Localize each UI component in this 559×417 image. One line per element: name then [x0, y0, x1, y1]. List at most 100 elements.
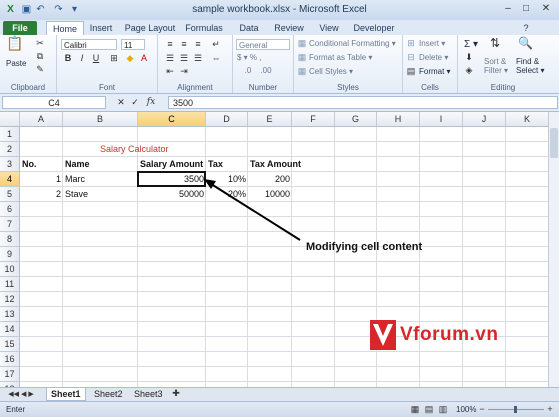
find-select-icon[interactable]: 🔍	[518, 37, 533, 49]
align-middle-icon[interactable]: ≡	[178, 39, 190, 50]
tab-developer[interactable]: Developer	[352, 21, 396, 35]
align-bottom-icon[interactable]: ≡	[192, 39, 204, 50]
tab-view[interactable]: View	[316, 21, 342, 35]
status-bar: Enter ▦ ▤ ▥ 100% − +	[0, 401, 559, 417]
tab-formulas[interactable]: Formulas	[184, 21, 224, 35]
insert-cells-button[interactable]: Insert ▾	[419, 39, 445, 48]
scroll-thumb[interactable]	[550, 128, 558, 158]
conditional-formatting-icon[interactable]: ▦	[297, 38, 307, 49]
tab-home[interactable]: Home	[46, 21, 84, 36]
font-size-combo[interactable]: 11	[121, 39, 145, 50]
align-top-icon[interactable]: ≡	[164, 39, 176, 50]
cells-label: Cells	[421, 83, 439, 92]
sheet-tab-sheet2[interactable]: Sheet2	[90, 388, 127, 400]
font-color-icon[interactable]: A	[139, 53, 149, 64]
tab-insert[interactable]: Insert	[86, 21, 116, 35]
zoom-slider-thumb[interactable]	[514, 406, 517, 413]
cancel-entry-icon[interactable]: ✕	[116, 97, 126, 108]
autosum-button[interactable]: Σ ▾	[464, 39, 478, 50]
decrease-indent-icon[interactable]: ⇤	[164, 66, 176, 77]
number-label: Number	[248, 83, 278, 92]
format-cells-icon[interactable]: ▤	[406, 66, 416, 77]
sort-filter-icon[interactable]: ⇅	[488, 37, 502, 49]
status-mode: Enter	[6, 405, 26, 414]
bold-icon[interactable]: B	[63, 53, 73, 64]
ribbon-tabs: File Home Insert Page Layout Formulas Da…	[0, 20, 559, 36]
cell-styles-button[interactable]: Cell Styles ▾	[309, 67, 353, 76]
format-as-table-icon[interactable]: ▦	[297, 52, 307, 63]
clipboard-label: Clipboard	[10, 83, 46, 92]
close-button[interactable]: ✕	[538, 2, 554, 16]
tab-page-layout[interactable]: Page Layout	[124, 21, 176, 35]
format-as-table-button[interactable]: Format as Table ▾	[309, 53, 372, 62]
enter-entry-icon[interactable]: ✓	[130, 97, 140, 108]
increase-decimal-icon[interactable]: .0	[241, 65, 255, 76]
paste-icon[interactable]: 📋	[6, 36, 24, 56]
number-format-combo[interactable]: General	[236, 39, 290, 50]
number-group: General $ ▾ % , .0 .00 Number	[233, 35, 294, 93]
wrap-text-icon[interactable]: ↵	[210, 39, 222, 50]
sort-filter-button[interactable]: Sort & Filter ▾	[484, 57, 510, 75]
font-name-combo[interactable]: Calibri	[61, 39, 117, 50]
alignment-label: Alignment	[177, 83, 213, 92]
vforum-logo-icon	[370, 320, 396, 350]
align-center-icon[interactable]: ☰	[178, 53, 190, 64]
zoom-out-icon[interactable]: −	[478, 404, 486, 415]
fill-icon[interactable]: ⬇	[464, 52, 474, 63]
find-select-button[interactable]: Find & Select ▾	[516, 57, 546, 75]
annotation-label: Modifying cell content	[306, 241, 423, 253]
zoom-in-icon[interactable]: +	[546, 404, 554, 415]
align-left-icon[interactable]: ☰	[164, 53, 176, 64]
styles-group: ▦ Conditional Formatting ▾ ▦ Format as T…	[294, 35, 403, 93]
paste-button[interactable]: Paste	[6, 59, 26, 68]
cut-icon[interactable]: ✂	[34, 38, 46, 49]
page-break-view-icon[interactable]: ▥	[438, 404, 448, 415]
window-title: sample workbook.xlsx - Microsoft Excel	[192, 4, 367, 15]
underline-icon[interactable]: U	[91, 53, 101, 64]
format-painter-icon[interactable]: ✎	[34, 64, 46, 75]
number-format-buttons[interactable]: $ ▾ % ,	[237, 53, 261, 62]
align-right-icon[interactable]: ☰	[192, 53, 204, 64]
tab-data[interactable]: Data	[236, 21, 262, 35]
tab-review[interactable]: Review	[272, 21, 306, 35]
cell-styles-icon[interactable]: ▦	[297, 66, 307, 77]
fill-color-icon[interactable]: ◆	[125, 53, 135, 64]
formula-input[interactable]: 3500	[168, 96, 558, 109]
copy-icon[interactable]: ⧉	[34, 51, 46, 62]
maximize-button[interactable]: □	[518, 2, 534, 16]
conditional-formatting-button[interactable]: Conditional Formatting ▾	[309, 39, 396, 48]
delete-cells-button[interactable]: Delete ▾	[419, 53, 448, 62]
minimize-button[interactable]: –	[500, 2, 516, 16]
help-icon[interactable]: ?	[520, 21, 532, 35]
sheet-tab-sheet1[interactable]: Sheet1	[46, 388, 86, 401]
watermark-text: Vforum.vn	[400, 324, 499, 345]
ribbon: 📋 Paste ✂ ⧉ ✎ Clipboard Calibri 11 B I U…	[0, 35, 559, 94]
clear-icon[interactable]: ◈	[464, 65, 474, 76]
normal-view-icon[interactable]: ▦	[410, 404, 420, 415]
borders-icon[interactable]: ⊞	[109, 53, 119, 64]
insert-function-button[interactable]: fx	[144, 97, 158, 108]
vertical-scrollbar[interactable]	[548, 112, 559, 387]
increase-indent-icon[interactable]: ⇥	[178, 66, 190, 77]
name-box[interactable]: C4	[2, 96, 106, 109]
tab-file[interactable]: File	[3, 21, 37, 35]
font-label: Font	[98, 83, 115, 92]
styles-label: Styles	[337, 83, 359, 92]
zoom-level[interactable]: 100%	[456, 405, 476, 414]
insert-sheet-icon[interactable]: ✚	[170, 388, 182, 399]
merge-center-icon[interactable]: ⇔	[210, 53, 222, 64]
zoom-slider[interactable]	[488, 406, 544, 413]
worksheet-grid[interactable]: A B C D E F G H I J K 1 2 3 4 5 6 7 8 9 …	[0, 112, 548, 387]
editing-label: Editing	[490, 83, 516, 92]
alignment-group: ≡ ≡ ≡ ↵ ☰ ☰ ☰ ⇔ ⇤ ⇥ Alignment	[158, 35, 233, 93]
insert-cells-icon[interactable]: ⊞	[406, 38, 416, 49]
format-cells-button[interactable]: Format ▾	[419, 67, 451, 76]
page-layout-view-icon[interactable]: ▤	[424, 404, 434, 415]
decrease-decimal-icon[interactable]: .00	[259, 65, 273, 76]
clipboard-group: 📋 Paste ✂ ⧉ ✎ Clipboard	[0, 35, 57, 93]
cells-group: ⊞ Insert ▾ ⊟ Delete ▾ ▤ Format ▾ Cells	[403, 35, 458, 93]
editing-group: Σ ▾ ⬇ ◈ ⇅ Sort & Filter ▾ 🔍 Find & Selec…	[458, 35, 548, 93]
sheet-tab-sheet3[interactable]: Sheet3	[130, 388, 167, 400]
delete-cells-icon[interactable]: ⊟	[406, 52, 416, 63]
italic-icon[interactable]: I	[77, 53, 87, 64]
